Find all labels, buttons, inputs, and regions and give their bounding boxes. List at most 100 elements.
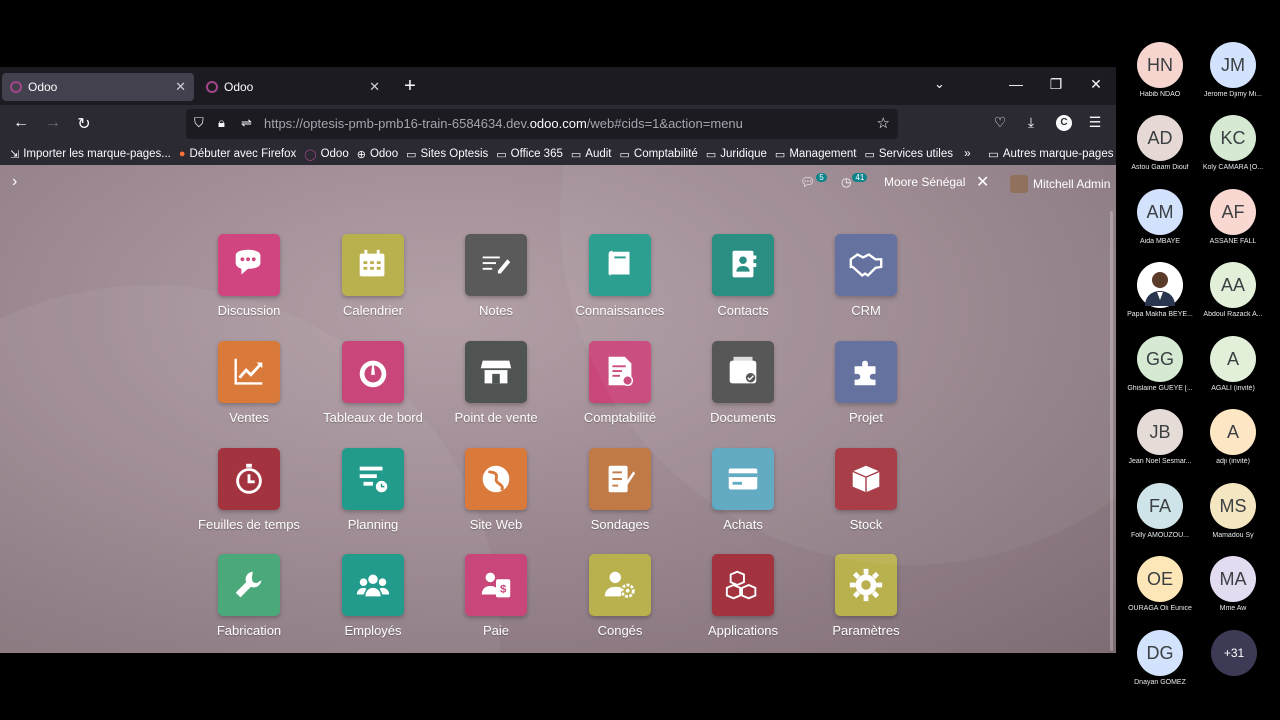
tab-odoo-inactive[interactable]: Odoo ✕	[198, 73, 388, 101]
bookmark-folder-audit[interactable]: ▭ Audit	[571, 148, 612, 161]
lock-icon[interactable]: 🔒︎	[218, 115, 225, 131]
app-paie[interactable]: $ Paie	[441, 554, 551, 638]
card-icon	[712, 448, 774, 510]
close-tab-icon[interactable]: ✕	[175, 79, 186, 95]
bookmark-folder-sites-optesis[interactable]: ▭ Sites Optesis	[406, 148, 488, 161]
calendar-icon	[342, 234, 404, 296]
odoo-home-menu: › 💬︎ 5 ◷ 41 Moore Sénégal ✕ Mitchell Admin…	[0, 165, 1116, 653]
participant-tile[interactable]: OE OURAGA Oli Eunice	[1123, 556, 1197, 612]
app-ventes[interactable]: Ventes	[194, 341, 304, 425]
menu-icon[interactable]: ☰	[1085, 114, 1105, 131]
debug-tools-icon[interactable]: ✕	[976, 172, 989, 192]
participant-tile[interactable]: Aadji (invité)	[1196, 409, 1270, 465]
participant-tile[interactable]: JM Jerome Djimy Mi...	[1196, 42, 1270, 98]
app-planning[interactable]: Planning	[318, 448, 428, 532]
close-tab-icon[interactable]: ✕	[369, 79, 380, 95]
app-tableaux-de-bord[interactable]: Tableaux de bord	[318, 341, 428, 425]
bookmark-folder-juridique[interactable]: ▭ Juridique	[706, 148, 767, 161]
bookmark-star-icon[interactable]: ☆	[877, 114, 890, 132]
gear-icon	[835, 554, 897, 616]
close-window-button[interactable]: ✕	[1086, 76, 1106, 93]
app-applications[interactable]: Applications	[688, 554, 798, 638]
url-bar[interactable]: ⛉ 🔒︎ ⇌ https://optesis-pmb-pmb16-train-6…	[186, 109, 898, 139]
company-switcher[interactable]: Moore Sénégal	[884, 175, 965, 189]
app-documents[interactable]: Documents	[688, 341, 798, 425]
participant-tile[interactable]: KC Koly CAMARA [O...	[1196, 115, 1270, 171]
account-avatar[interactable]: C	[1056, 115, 1072, 131]
chat-icon	[218, 234, 280, 296]
user-menu[interactable]: Mitchell Admin	[1010, 175, 1110, 193]
app-calendrier[interactable]: Calendrier	[318, 234, 428, 318]
new-tab-button[interactable]: +	[400, 75, 420, 97]
bookmark-folder-services-utiles[interactable]: ▭ Services utiles	[864, 148, 953, 161]
reload-button[interactable]: ↻	[73, 114, 95, 134]
minimize-button[interactable]: —	[1006, 76, 1026, 92]
bookmark-odoo[interactable]: ◯ Odoo	[304, 148, 348, 161]
participant-tile[interactable]: AM Aida MBAYE	[1123, 189, 1197, 245]
participant-tile[interactable]: MA Mme Aw	[1196, 556, 1270, 612]
folder-icon: ▭	[496, 148, 507, 161]
app-label: Contacts	[717, 303, 769, 318]
survey-icon	[589, 448, 651, 510]
app-stock[interactable]: Stock	[811, 448, 921, 532]
bookmark-import[interactable]: ⇲ Importer les marque-pages...	[10, 148, 171, 161]
participant-tile[interactable]: DG Dnayan GOMEZ	[1123, 630, 1197, 686]
app-feuilles-de-temps[interactable]: Feuilles de temps	[194, 448, 304, 532]
app-label: Discussion	[217, 303, 281, 318]
app-parametres[interactable]: Paramètres	[811, 554, 921, 638]
more-participants-count[interactable]: +31	[1211, 630, 1257, 676]
list-tabs-chevron-icon[interactable]: ⌄	[934, 76, 945, 92]
bookmark-odoo-web[interactable]: ⊕ Odoo	[357, 148, 398, 161]
app-site-web[interactable]: Site Web	[441, 448, 551, 532]
import-icon: ⇲	[10, 148, 20, 161]
participant-tile[interactable]: JB Jean Noel Sesmar...	[1123, 409, 1197, 465]
messaging-button[interactable]: 💬︎ 5	[800, 172, 827, 189]
bookmark-firefox[interactable]: ● Débuter avec Firefox	[179, 148, 296, 160]
permissions-icon[interactable]: ⇌	[241, 115, 252, 131]
app-sondages[interactable]: Sondages	[565, 448, 675, 532]
app-connaissances[interactable]: Connaissances	[565, 234, 675, 318]
forward-button[interactable]: →	[42, 114, 64, 132]
app-contacts[interactable]: Contacts	[688, 234, 798, 318]
participant-tile[interactable]: AA Abdoul Razack A...	[1196, 262, 1270, 318]
bookmark-folder-office-365[interactable]: ▭ Office 365	[496, 148, 563, 161]
participant-tile[interactable]: HN Habib NDAO	[1123, 42, 1197, 98]
app-label: Comptabilité	[583, 410, 657, 425]
avatar: JM	[1210, 42, 1256, 88]
app-achats[interactable]: Achats	[688, 448, 798, 532]
app-comptabilite[interactable]: Comptabilité	[565, 341, 675, 425]
restore-button[interactable]: ❐	[1046, 76, 1066, 93]
participant-tile[interactable]: Papa Makha BEYE...	[1123, 262, 1197, 318]
bookmark-folder-comptabilite[interactable]: ▭ Comptabilité	[620, 148, 698, 161]
user-gear-icon	[589, 554, 651, 616]
url-text[interactable]: https://optesis-pmb-pmb16-train-6584634.…	[264, 116, 743, 131]
pocket-icon[interactable]: ♡	[990, 114, 1010, 131]
app-notes[interactable]: Notes	[441, 234, 551, 318]
app-label: Planning	[347, 517, 399, 532]
back-button[interactable]: ←	[10, 114, 32, 132]
participant-tile[interactable]: AD Astou Gaam Diouf	[1123, 115, 1197, 171]
app-point-de-vente[interactable]: Point de vente	[441, 341, 551, 425]
app-employes[interactable]: Employés	[318, 554, 428, 638]
participant-tile[interactable]: FA Folly AMOUZOU...	[1123, 483, 1197, 539]
shield-icon[interactable]: ⛉	[194, 115, 204, 131]
app-conges[interactable]: Congés	[565, 554, 675, 638]
bookmark-folder-management[interactable]: ▭ Management	[775, 148, 857, 161]
app-discussion[interactable]: Discussion	[194, 234, 304, 318]
other-bookmarks-folder[interactable]: ▭ Autres marque-pages	[988, 143, 1113, 165]
menu-toggle-chevron-icon[interactable]: ›	[12, 173, 17, 191]
participant-tile[interactable]: MS Mamadou Sy	[1196, 483, 1270, 539]
activities-button[interactable]: ◷ 41	[841, 172, 868, 189]
app-fabrication[interactable]: Fabrication	[194, 554, 304, 638]
participant-tile[interactable]: GG Ghislaine GUEYE [...	[1123, 336, 1197, 392]
app-crm[interactable]: CRM	[811, 234, 921, 318]
tab-odoo-active[interactable]: Odoo ✕	[2, 73, 194, 101]
people-icon	[342, 554, 404, 616]
participant-name: Ghislaine GUEYE [...	[1127, 385, 1193, 392]
scrollbar[interactable]	[1110, 211, 1113, 651]
download-icon[interactable]: ⤓	[1021, 114, 1041, 131]
participant-tile[interactable]: A AGALI (invité)	[1196, 336, 1270, 392]
more-bookmarks-chevron-icon[interactable]: »	[964, 146, 971, 160]
participant-tile[interactable]: AF ASSANE FALL	[1196, 189, 1270, 245]
app-projet[interactable]: Projet	[811, 341, 921, 425]
